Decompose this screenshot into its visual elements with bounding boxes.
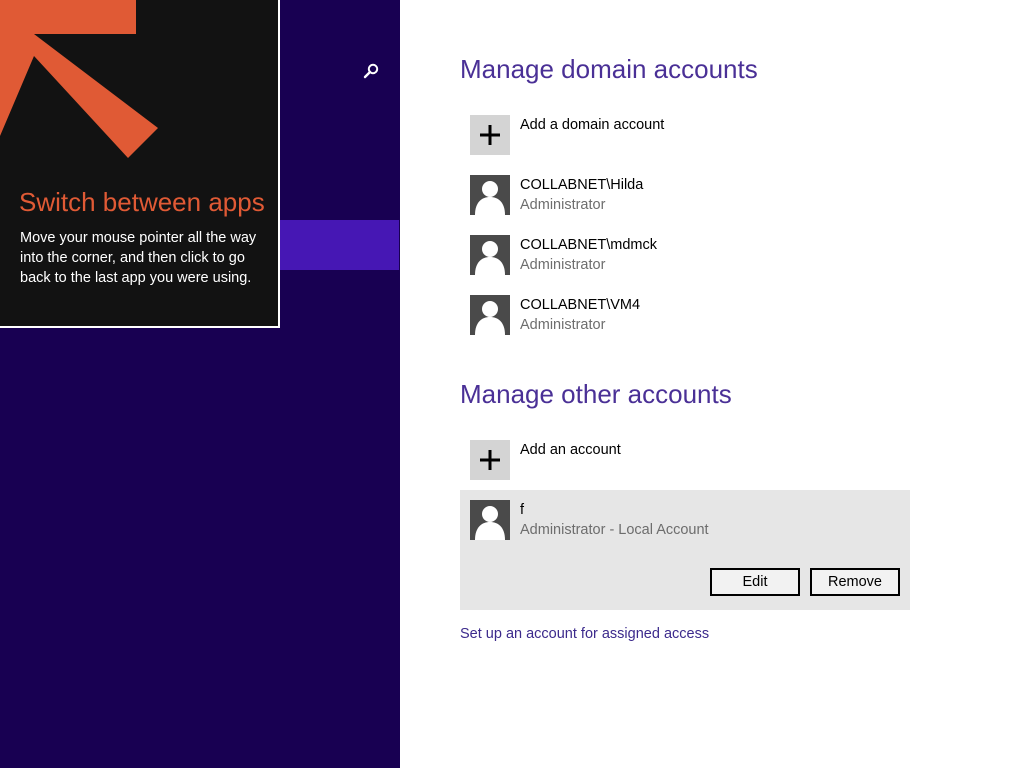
corner-arrow-icon xyxy=(0,0,158,158)
account-name: COLLABNET\Hilda xyxy=(520,177,644,193)
account-name: COLLABNET\VM4 xyxy=(520,297,641,313)
domain-account-item[interactable]: COLLABNET\VM4 Administrator xyxy=(460,295,910,355)
account-role: Administrator xyxy=(520,197,606,213)
add-domain-account-label: Add a domain account xyxy=(520,117,665,133)
accounts-panel: Manage domain accounts Add a domain acco… xyxy=(400,0,1024,768)
domain-account-item[interactable]: COLLABNET\mdmck Administrator xyxy=(460,235,910,295)
plus-icon xyxy=(470,115,510,155)
add-account-label: Add an account xyxy=(520,442,621,458)
remove-button[interactable]: Remove xyxy=(810,568,900,596)
add-domain-account-button[interactable]: Add a domain account xyxy=(460,115,910,175)
account-name: f xyxy=(520,502,525,518)
domain-account-item[interactable]: COLLABNET\Hilda Administrator xyxy=(460,175,910,235)
assigned-access-link[interactable]: Set up an account for assigned access xyxy=(460,626,709,642)
account-role: Administrator xyxy=(520,257,606,273)
selected-account-card[interactable]: f Administrator - Local Account Edit Rem… xyxy=(460,490,910,610)
account-role: Administrator - Local Account xyxy=(520,522,709,538)
tip-body: Move your mouse pointer all the way into… xyxy=(20,230,257,286)
plus-icon xyxy=(470,440,510,480)
switch-apps-tip: Switch between apps Move your mouse poin… xyxy=(0,0,280,328)
tip-title: Switch between apps xyxy=(19,187,265,217)
search-icon xyxy=(363,63,379,79)
user-avatar-icon xyxy=(470,235,510,275)
user-avatar-icon xyxy=(470,175,510,215)
account-name: COLLABNET\mdmck xyxy=(520,237,657,253)
user-avatar-icon xyxy=(470,295,510,335)
user-avatar-icon xyxy=(470,500,510,540)
domain-accounts-title: Manage domain accounts xyxy=(460,54,758,84)
search-button[interactable] xyxy=(360,60,382,82)
account-role: Administrator xyxy=(520,317,606,333)
edit-button[interactable]: Edit xyxy=(710,568,800,596)
other-accounts-title: Manage other accounts xyxy=(460,379,732,409)
